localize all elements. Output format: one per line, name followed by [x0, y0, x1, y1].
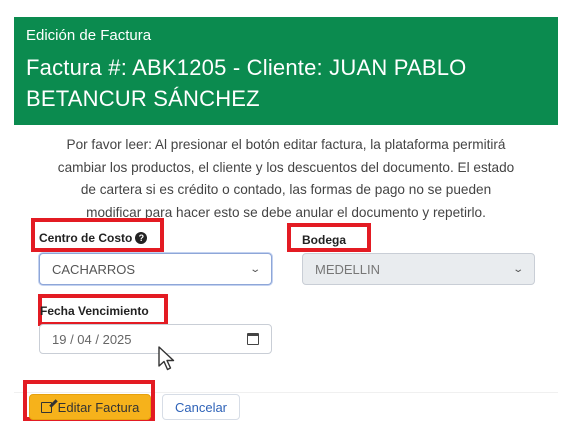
- cancel-button[interactable]: Cancelar: [162, 394, 240, 420]
- warehouse-select: MEDELLIN ⌄: [302, 253, 535, 285]
- cost-center-select[interactable]: CACHARROS ⌄: [39, 253, 272, 285]
- notice-line-2: cambiar los productos, el cliente y los …: [57, 159, 515, 175]
- warehouse-label: Bodega: [302, 233, 347, 247]
- modal-title-line-1: Factura #: ABK1205 - Cliente: JUAN PABLO: [26, 55, 467, 80]
- chevron-down-icon: ⌄: [511, 263, 524, 275]
- cost-center-label: Centro de Costo ?: [39, 231, 148, 245]
- notice-line-3: de cartera si es crédito o contado, las …: [80, 182, 492, 197]
- warehouse-value: MEDELLIN: [315, 261, 381, 277]
- due-date-label: Fecha Vencimiento: [40, 304, 149, 318]
- cost-center-label-text: Centro de Costo: [39, 231, 133, 245]
- cost-center-value: CACHARROS: [52, 261, 136, 277]
- edit-notice: Por favor leer: Al presionar el botón ed…: [22, 134, 550, 224]
- modal-title-line-2: BETANCUR SÁNCHEZ: [26, 86, 260, 111]
- modal-header: Edición de Factura Factura #: ABK1205 - …: [14, 17, 558, 125]
- modal-title: Factura #: ABK1205 - Cliente: JUAN PABLO…: [26, 52, 546, 114]
- edit-icon: [40, 401, 52, 413]
- chevron-down-icon: ⌄: [248, 263, 261, 275]
- calendar-icon[interactable]: [247, 333, 259, 345]
- modal-subtitle: Edición de Factura: [26, 27, 152, 44]
- mouse-cursor-icon: [158, 346, 175, 371]
- edit-invoice-label: Editar Factura: [57, 399, 140, 415]
- edit-invoice-button[interactable]: Editar Factura: [29, 394, 151, 420]
- notice-line-1: Por favor leer: Al presionar el botón ed…: [66, 137, 506, 152]
- question-circle-icon[interactable]: ?: [135, 232, 148, 244]
- cancel-label: Cancelar: [174, 399, 228, 415]
- due-date-value: 19 / 04 / 2025: [52, 331, 132, 347]
- due-date-input[interactable]: 19 / 04 / 2025: [39, 324, 272, 354]
